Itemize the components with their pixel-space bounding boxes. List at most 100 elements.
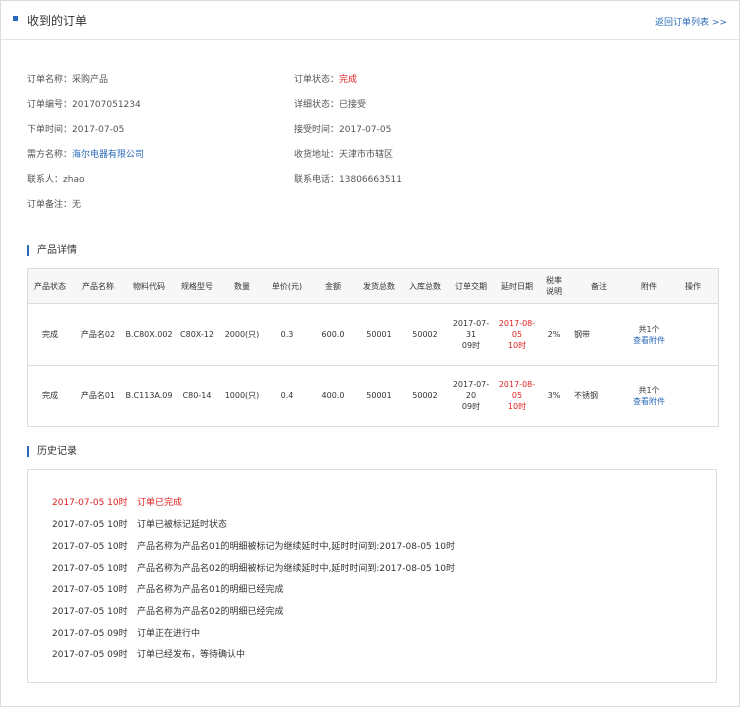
history-text: 订单已被标记延时状态 (137, 520, 228, 530)
delay-date-value: 2017-08-05 (498, 319, 536, 339)
list-item: 2017-07-05 10时 产品名称为产品名01的明细被标记为继续延时中,延时时… (52, 539, 455, 552)
history-section-title: 历史记录 (27, 446, 77, 457)
history-time: 2017-07-05 10时 (52, 542, 128, 552)
order-page: 收到的订单 返回订单列表 >> 订单名称：采购产品 订单状态：完成 订单编号：2… (0, 0, 740, 707)
list-item: 2017-07-05 09时 订单正在进行中 (52, 626, 200, 639)
unit-price: 0.4 (280, 391, 294, 400)
product-name: 产品名01 (80, 391, 116, 400)
quantity: 2000(只) (224, 330, 260, 339)
delivery-hour-value: 09时 (461, 402, 481, 411)
delay-date: 2017-08-05 10时 (494, 304, 540, 365)
operation (668, 304, 718, 365)
view-attachment-link[interactable]: 查看附件 (633, 335, 665, 346)
product-table-header: 产品状态 产品名称 物料代码 规格型号 数量 单价(元) 金额 发货总数 入库总… (28, 269, 718, 304)
attachment: 共1个 查看附件 (630, 304, 668, 365)
product-remark: 钢带 (574, 330, 590, 339)
col-header: 延时日期 (501, 281, 533, 291)
history-text: 产品名称为产品名01的明细已经完成 (137, 585, 284, 595)
col-header: 入库总数 (409, 281, 441, 291)
product-status: 完成 (42, 391, 58, 400)
history-text: 产品名称为产品名02的明细被标记为继续延时中,延时时间到:2017-08-05 … (137, 564, 455, 574)
address-label: 收货地址： (294, 150, 340, 160)
list-item: 2017-07-05 10时 产品名称为产品名01的明细已经完成 (52, 582, 283, 595)
order-no-field: 订单编号：201707051234 (27, 97, 141, 110)
address-value: 天津市市辖区 (339, 150, 394, 160)
quantity: 1000(只) (224, 391, 260, 400)
history-time: 2017-07-05 09时 (52, 650, 128, 660)
col-header: 备注 (591, 281, 607, 291)
detail-status-label: 详细状态： (294, 100, 340, 110)
phone-field: 联系电话：13806663511 (294, 172, 402, 185)
history-text: 产品名称为产品名01的明细被标记为继续延时中,延时时间到:2017-08-05 … (137, 542, 455, 552)
delivery-date-value: 2017-07-20 (452, 380, 490, 400)
buyer-field: 需方名称：海尔电器有限公司 (27, 147, 144, 160)
list-item: 2017-07-05 10时 产品名称为产品名02的明细被标记为继续延时中,延时时… (52, 561, 455, 574)
shipped-total: 50001 (366, 330, 392, 339)
order-no-value: 201707051234 (72, 100, 141, 110)
delivery-hour-value: 09时 (461, 341, 481, 350)
tax-rate: 3% (547, 391, 561, 400)
detail-status-value: 已接受 (339, 100, 367, 110)
order-status-label: 订单状态： (294, 75, 340, 85)
stocked-total: 50002 (412, 391, 438, 400)
col-header: 产品名称 (82, 281, 114, 291)
spec-model: C80-14 (182, 391, 212, 400)
history-panel: 2017-07-05 10时 订单已完成 2017-07-05 10时 订单已被标记… (27, 469, 717, 683)
col-header: 规格型号 (181, 281, 213, 291)
list-item: 2017-07-05 10时 订单已被标记延时状态 (52, 517, 227, 530)
col-header: 订单交期 (455, 281, 487, 291)
accept-time-value: 2017-07-05 (339, 125, 392, 135)
col-header: 物料代码 (133, 281, 165, 291)
accept-time-label: 接受时间： (294, 125, 340, 135)
operation (668, 365, 718, 426)
order-status-value: 完成 (339, 75, 358, 85)
view-attachment-link[interactable]: 查看附件 (633, 396, 665, 407)
history-time: 2017-07-05 10时 (52, 607, 128, 617)
delivery-date: 2017-07-31 09时 (448, 304, 494, 365)
delivery-date-value: 2017-07-31 (452, 319, 490, 339)
shipped-total: 50001 (366, 391, 392, 400)
delay-date-value: 2017-08-05 (498, 380, 536, 400)
delay-date: 2017-08-05 10时 (494, 365, 540, 426)
address-field: 收货地址：天津市市辖区 (294, 147, 393, 160)
spec-model: C80X-12 (180, 330, 214, 339)
list-item: 2017-07-05 10时 产品名称为产品名02的明细已经完成 (52, 604, 283, 617)
order-time-value: 2017-07-05 (72, 125, 125, 135)
delivery-date: 2017-07-20 09时 (448, 365, 494, 426)
unit-price: 0.3 (280, 330, 294, 339)
buyer-link[interactable]: 海尔电器有限公司 (72, 150, 144, 160)
history-time: 2017-07-05 10时 (52, 520, 128, 530)
order-name-label: 订单名称： (27, 75, 73, 85)
remark-value: 无 (72, 200, 82, 210)
accept-time-field: 接受时间：2017-07-05 (294, 122, 391, 135)
product-name: 产品名02 (80, 330, 116, 339)
history-time: 2017-07-05 10时 (52, 564, 128, 574)
contact-value: zhao (63, 175, 85, 185)
order-time-field: 下单时间：2017-07-05 (27, 122, 124, 135)
history-text: 订单已完成 (137, 498, 183, 508)
table-row: 完成 产品名01 B.C113A.09 C80-14 1000(只) 0.4 4… (28, 365, 718, 426)
phone-value: 13806663511 (339, 175, 403, 185)
product-section-title: 产品详情 (27, 245, 77, 256)
title-marker (13, 16, 18, 21)
page-header: 收到的订单 返回订单列表 >> (1, 1, 739, 40)
attachment-count: 共1个 (638, 385, 660, 395)
attachment-count: 共1个 (638, 324, 660, 334)
back-to-orders-link[interactable]: 返回订单列表 >> (655, 15, 727, 28)
page-title: 收到的订单 (27, 14, 88, 28)
col-header: 附件 (641, 281, 657, 291)
order-no-label: 订单编号： (27, 100, 73, 110)
order-time-label: 下单时间： (27, 125, 73, 135)
amount: 600.0 (321, 330, 345, 339)
history-time: 2017-07-05 10时 (52, 498, 128, 508)
col-header: 产品状态 (34, 281, 66, 291)
delay-hour-value: 10时 (507, 341, 527, 350)
remark-field: 订单备注：无 (27, 197, 81, 210)
product-table: 产品状态 产品名称 物料代码 规格型号 数量 单价(元) 金额 发货总数 入库总… (27, 268, 719, 427)
history-text: 订单已经发布，等待确认中 (137, 650, 246, 660)
contact-label: 联系人： (27, 175, 64, 185)
stocked-total: 50002 (412, 330, 438, 339)
order-status-field: 订单状态：完成 (294, 72, 357, 85)
material-code: B.C80X.002 (125, 330, 173, 339)
detail-status-field: 详细状态：已接受 (294, 97, 366, 110)
